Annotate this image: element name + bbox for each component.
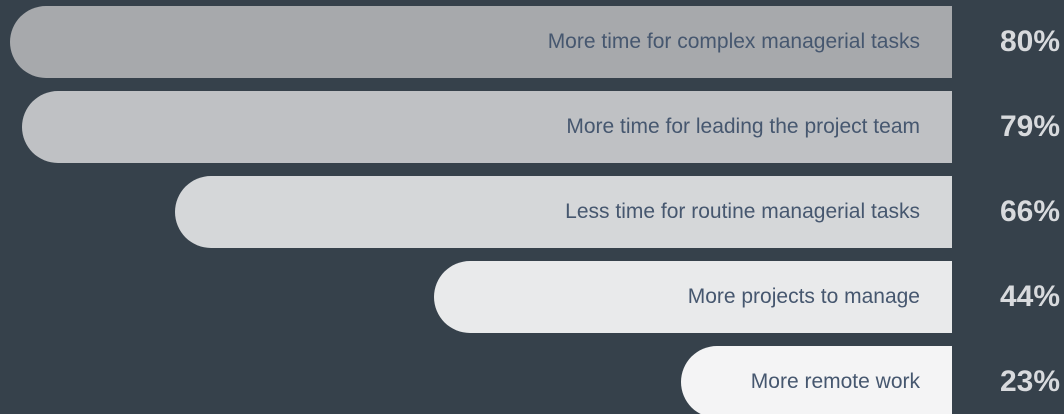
- value-label: 66%: [999, 195, 1060, 228]
- bar: Less time for routine managerial tasks: [175, 176, 952, 248]
- bar: More time for complex managerial tasks: [10, 6, 952, 78]
- bar-label: More time for complex managerial tasks: [547, 30, 920, 53]
- bar: More time for leading the project team: [22, 91, 952, 163]
- value-label: 23%: [999, 365, 1060, 398]
- value-label: 79%: [999, 110, 1060, 143]
- bar-label: More projects to manage: [687, 285, 920, 308]
- bar: More remote work: [681, 346, 952, 414]
- bar-label: More time for leading the project team: [566, 115, 920, 138]
- bar-label: Less time for routine managerial tasks: [565, 200, 920, 223]
- value-label: 80%: [999, 25, 1060, 58]
- bar-chart: More time for complex managerial tasks 80…: [0, 0, 1064, 414]
- bar: More projects to manage: [434, 261, 952, 333]
- value-label: 44%: [999, 280, 1060, 313]
- bar-label: More remote work: [750, 370, 920, 393]
